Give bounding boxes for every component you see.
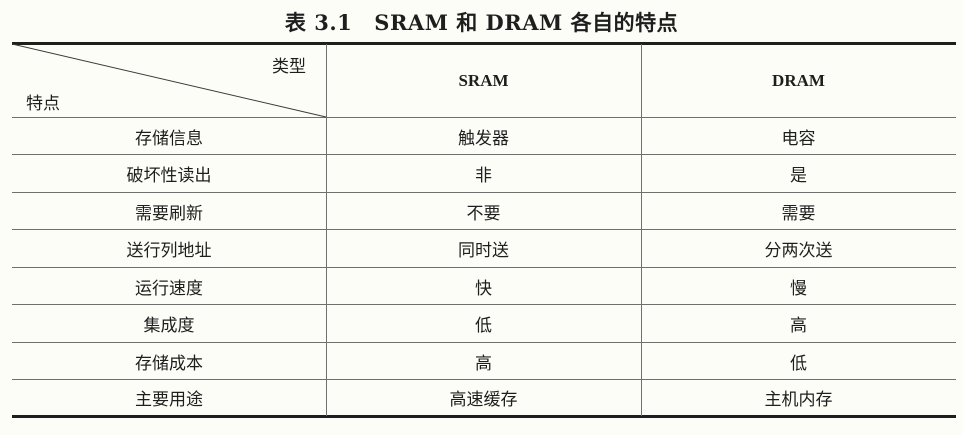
row-dram-cell: 主机内存	[764, 390, 833, 410]
row-dram-cell: 低	[790, 353, 807, 374]
row-feature-cell: 需要刷新	[135, 203, 203, 224]
corner-label-type: 类型	[272, 57, 306, 77]
table-title: SRAM 和 DRAM 各自的特点	[374, 10, 679, 35]
column-header-dram: DRAM	[772, 70, 825, 90]
row-feature-cell: 主要用途	[135, 390, 203, 410]
row-sram-cell: 同时送	[458, 241, 509, 261]
row-sram-cell: 不要	[466, 203, 501, 224]
row-sram-cell: 快	[475, 278, 492, 299]
row-dram-cell: 需要	[781, 203, 816, 224]
table-bottom-rule	[12, 415, 956, 418]
table-number: 表 3.1	[284, 10, 353, 35]
row-sram-cell: 非	[475, 166, 492, 186]
row-dram-cell: 分两次送	[764, 241, 833, 261]
row-dram-cell: 高	[790, 316, 807, 336]
row-dram-cell: 是	[790, 166, 807, 186]
row-feature-cell: 运行速度	[135, 278, 203, 299]
row-feature-cell: 存储成本	[135, 353, 203, 374]
corner-label-feature: 特点	[26, 94, 60, 114]
row-sram-cell: 高	[475, 353, 492, 374]
column-header-sram: SRAM	[458, 70, 509, 90]
row-feature-cell: 存储信息	[135, 128, 203, 149]
table-caption: 表 3.1 SRAM 和 DRAM 各自的特点	[0, 7, 963, 37]
row-dram-cell: 电容	[781, 128, 816, 149]
comparison-table: 类型 特点 SRAM DRAM 存储信息 触发器 电容 破坏性读出 非 是 需要…	[12, 42, 956, 418]
row-dram-cell: 慢	[790, 278, 807, 299]
row-feature-cell: 破坏性读出	[126, 166, 212, 186]
row-sram-cell: 低	[475, 316, 492, 336]
row-sram-cell: 触发器	[458, 128, 509, 149]
row-sram-cell: 高速缓存	[449, 390, 518, 410]
row-feature-cell: 集成度	[143, 316, 195, 336]
row-feature-cell: 送行列地址	[126, 241, 212, 261]
